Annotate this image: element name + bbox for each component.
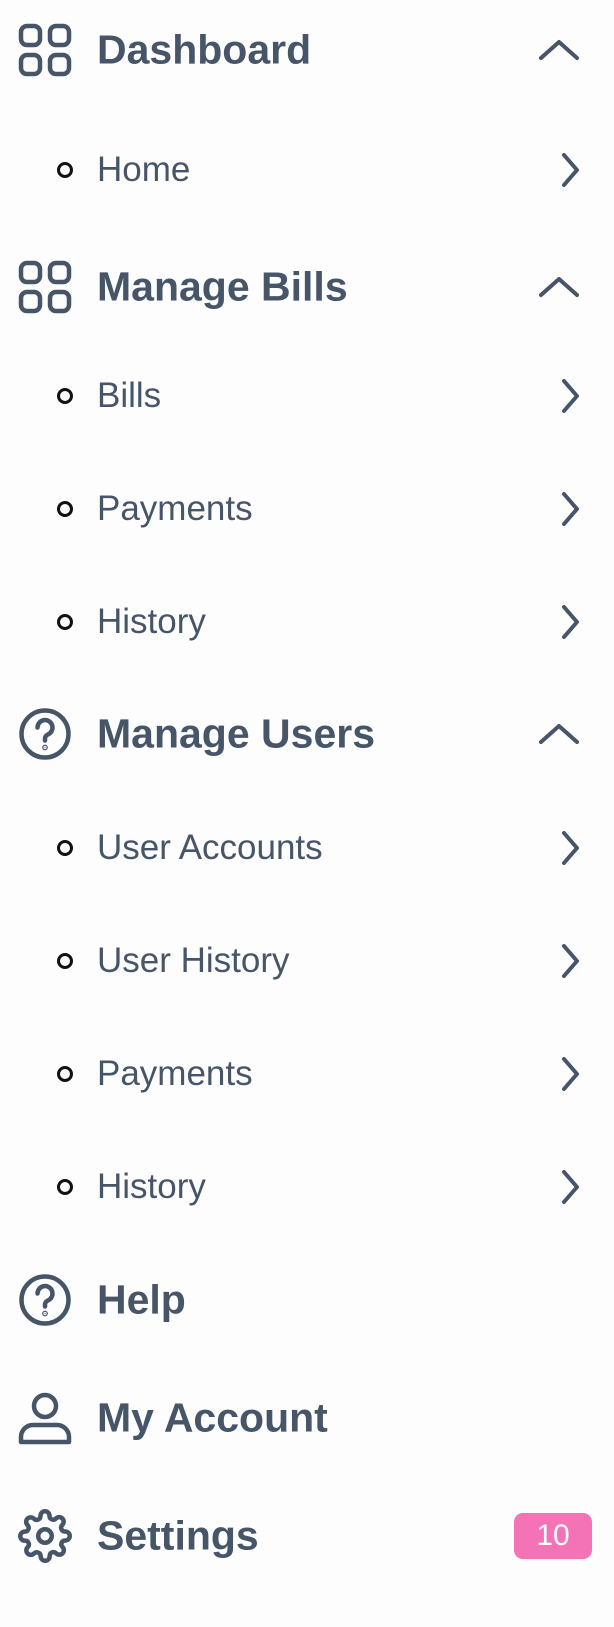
notification-badge: 10 [514, 1513, 592, 1559]
section-manage-users[interactable]: Manage Users [0, 694, 614, 774]
sidebar-item-bills[interactable]: Bills [0, 356, 614, 436]
settings-label: Settings [97, 1512, 259, 1559]
chevron-right-icon [560, 830, 580, 866]
chevron-right-icon [560, 604, 580, 640]
sidebar-item-user-payments-history[interactable]: History [0, 1147, 614, 1227]
sidebar-item-label: User History [97, 941, 290, 980]
sidebar-item-user-payments[interactable]: Payments [0, 1034, 614, 1114]
section-manage-users-label: Manage Users [97, 710, 376, 757]
section-manage-bills-label: Manage Bills [97, 263, 348, 310]
sidebar-item-label: User Accounts [97, 828, 323, 867]
gear-icon [18, 1509, 72, 1563]
bullet-icon [57, 1179, 73, 1195]
section-manage-bills[interactable]: Manage Bills [0, 247, 614, 327]
sidebar-item-payments[interactable]: Payments [0, 469, 614, 549]
bullet-icon [57, 162, 73, 178]
sidebar-item-label: History [97, 1167, 206, 1206]
sidebar-item-label: Payments [97, 1054, 253, 1093]
sidebar-item-label: Bills [97, 376, 162, 415]
grid-icon [18, 23, 72, 77]
sidebar-item-help[interactable]: Help [0, 1260, 614, 1340]
chevron-up-icon[interactable] [538, 722, 580, 746]
sidebar-item-user-history[interactable]: User History [0, 921, 614, 1001]
bullet-icon [57, 388, 73, 404]
section-dashboard[interactable]: Dashboard [0, 10, 614, 90]
bullet-icon [57, 614, 73, 630]
help-circle-icon [18, 707, 72, 761]
sidebar-item-label: History [97, 602, 206, 641]
my-account-label: My Account [97, 1394, 328, 1441]
grid-icon [18, 260, 72, 314]
bullet-icon [57, 501, 73, 517]
chevron-right-icon [560, 1056, 580, 1092]
chevron-right-icon [560, 1169, 580, 1205]
help-label: Help [97, 1276, 186, 1323]
section-dashboard-label: Dashboard [97, 26, 312, 73]
sidebar-item-settings[interactable]: Settings 10 [0, 1496, 614, 1576]
sidebar-item-history[interactable]: History [0, 582, 614, 662]
sidebar-item-label: Payments [97, 489, 253, 528]
bullet-icon [57, 953, 73, 969]
bullet-icon [57, 1066, 73, 1082]
help-circle-icon [18, 1273, 72, 1327]
chevron-right-icon [560, 943, 580, 979]
sidebar-item-user-accounts[interactable]: User Accounts [0, 808, 614, 888]
chevron-up-icon[interactable] [538, 38, 580, 62]
chevron-right-icon [560, 152, 580, 188]
sidebar-nav: Dashboard Home Manage Bills Bills Paymen… [0, 0, 614, 1627]
chevron-right-icon [560, 378, 580, 414]
chevron-right-icon [560, 491, 580, 527]
chevron-up-icon[interactable] [538, 275, 580, 299]
sidebar-item-label: Home [97, 150, 191, 189]
sidebar-item-my-account[interactable]: My Account [0, 1378, 614, 1458]
user-icon [18, 1391, 72, 1445]
bullet-icon [57, 840, 73, 856]
sidebar-item-home[interactable]: Home [0, 130, 614, 210]
